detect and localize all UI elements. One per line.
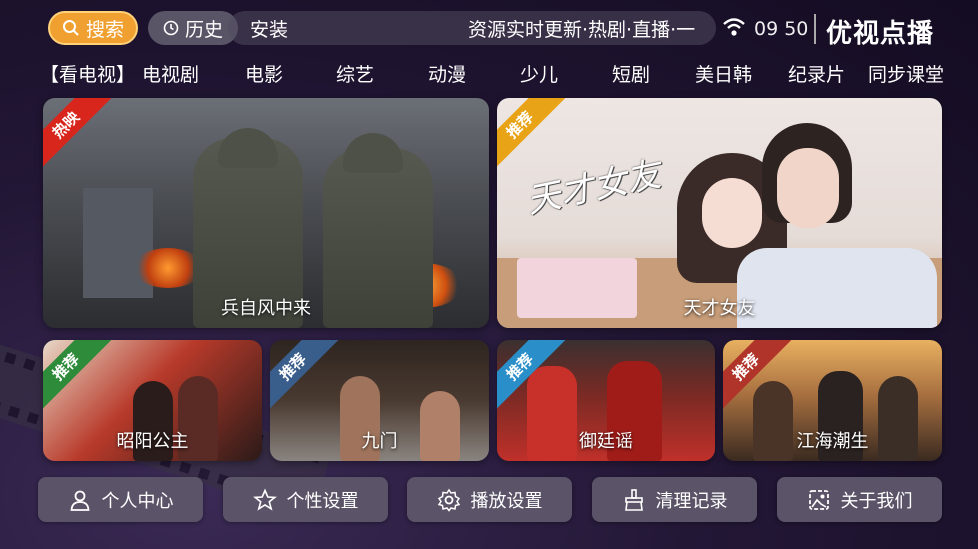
button-label: 个人中心 xyxy=(101,490,174,512)
recommend-badge: 推荐 xyxy=(497,98,569,174)
poster-art xyxy=(218,128,278,168)
nav-item-kids[interactable]: 少儿 xyxy=(520,60,558,87)
wifi-icon xyxy=(723,18,745,36)
nav-item-us-jp-kr[interactable]: 美日韩 xyxy=(695,60,752,87)
ticker-text-left: 安装 xyxy=(250,18,289,41)
button-label: 清理记录 xyxy=(655,490,728,512)
top-bar: 搜索 历史 安装 资源实时更新·热剧·直播·一 09 50 优视点播 xyxy=(0,8,978,49)
poster-art xyxy=(777,148,839,228)
button-label: 关于我们 xyxy=(840,490,913,512)
nav-item-variety[interactable]: 综艺 xyxy=(336,60,374,87)
playback-settings-button[interactable]: 播放设置 xyxy=(407,477,572,522)
personalize-settings-button[interactable]: 个性设置 xyxy=(223,477,388,522)
featured-card-1[interactable]: 热映 兵自风中来 xyxy=(43,98,489,328)
clock-icon xyxy=(163,20,179,36)
search-label: 搜索 xyxy=(85,18,124,41)
search-icon xyxy=(62,20,79,36)
button-label: 播放设置 xyxy=(470,490,543,512)
image-icon xyxy=(808,489,829,510)
clean-icon xyxy=(624,488,643,511)
topbar-divider xyxy=(814,14,816,44)
personal-center-button[interactable]: 个人中心 xyxy=(38,477,203,522)
poster-art xyxy=(702,178,762,248)
announcement-ticker: 安装 资源实时更新·热剧·直播·一 xyxy=(228,11,716,45)
card-title: 江海潮生 xyxy=(796,431,869,452)
app-brand: 优视点播 xyxy=(826,19,935,49)
clock: 09 50 xyxy=(754,18,809,40)
user-icon xyxy=(70,490,89,511)
recommend-badge: 推荐 xyxy=(43,340,115,416)
poster-art xyxy=(343,133,403,173)
history-button[interactable]: 历史 xyxy=(148,11,238,45)
gear-icon xyxy=(437,488,460,512)
nav-item-sync-class[interactable]: 同步课堂 xyxy=(868,60,944,87)
clear-history-button[interactable]: 清理记录 xyxy=(592,477,757,522)
recommend-badge: 推荐 xyxy=(270,340,342,416)
about-us-button[interactable]: 关于我们 xyxy=(777,477,942,522)
nav-item-movies[interactable]: 电影 xyxy=(245,60,283,87)
featured-card-2[interactable]: 天才女友 推荐 天才女友 xyxy=(497,98,942,328)
button-label: 个性设置 xyxy=(286,490,359,512)
recommend-card-3[interactable]: 推荐 御廷谣 xyxy=(497,340,715,461)
category-nav: 【看电视】 电视剧 电影 综艺 动漫 少儿 短剧 美日韩 纪录片 同步课堂 xyxy=(0,60,978,88)
nav-item-anime[interactable]: 动漫 xyxy=(428,60,466,87)
card-title: 御廷谣 xyxy=(579,431,633,452)
recommend-card-1[interactable]: 推荐 昭阳公主 xyxy=(43,340,262,461)
nav-item-live-tv[interactable]: 【看电视】 xyxy=(40,60,135,87)
card-title: 昭阳公主 xyxy=(116,431,189,452)
recommend-card-4[interactable]: 推荐 江海潮生 xyxy=(723,340,942,461)
history-label: 历史 xyxy=(184,18,223,41)
card-title: 九门 xyxy=(361,431,398,452)
card-title: 天才女友 xyxy=(683,298,756,319)
poster-logo: 天才女友 xyxy=(523,154,665,222)
nav-item-short-drama[interactable]: 短剧 xyxy=(612,60,650,87)
nav-item-tv-series[interactable]: 电视剧 xyxy=(142,60,199,87)
recommend-card-2[interactable]: 推荐 九门 xyxy=(270,340,489,461)
nav-item-documentary[interactable]: 纪录片 xyxy=(788,60,845,87)
ticker-text-main: 资源实时更新·热剧·直播·一 xyxy=(468,18,696,41)
star-icon xyxy=(252,487,277,511)
search-button[interactable]: 搜索 xyxy=(48,11,138,45)
card-title: 兵自风中来 xyxy=(221,298,311,319)
hot-badge: 热映 xyxy=(43,98,115,174)
